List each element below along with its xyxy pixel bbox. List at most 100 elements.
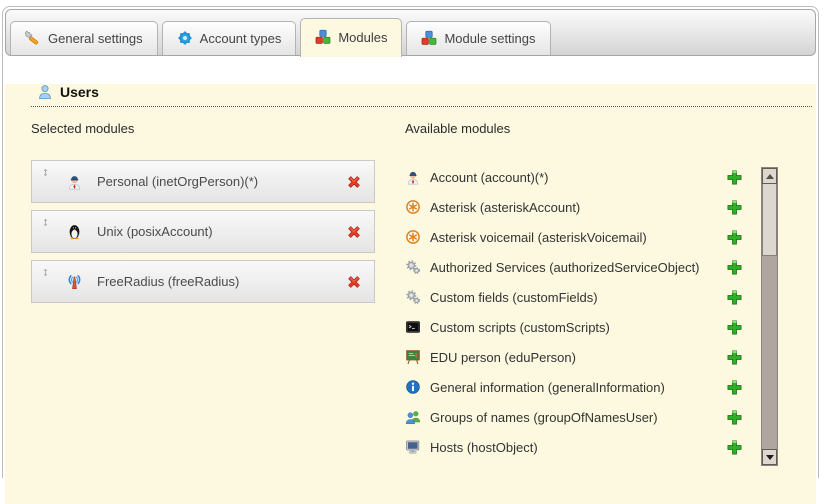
configuration-panel: General settings Account types Modules M… [2, 6, 819, 478]
add-icon [726, 169, 743, 186]
add-asterisk-button[interactable] [726, 199, 743, 216]
chalkboard-icon [405, 349, 421, 365]
available-modules-heading: Available modules [405, 121, 743, 136]
selected-modules-heading: Selected modules [31, 121, 375, 136]
tab-bar: General settings Account types Modules M… [5, 9, 816, 56]
available-module-label: Groups of names (groupOfNamesUser) [430, 410, 726, 425]
person-icon [66, 173, 83, 190]
remove-icon [346, 174, 362, 190]
add-icon [726, 409, 743, 426]
modules-icon [315, 29, 331, 45]
selected-module-freeradius[interactable]: FreeRadius (freeRadius) [31, 260, 375, 303]
available-modules-scrollbar[interactable] [761, 167, 778, 466]
penguin-icon [66, 223, 83, 240]
selected-module-unix[interactable]: Unix (posixAccount) [31, 210, 375, 253]
selected-modules-column: Selected modules Personal (inetOrgPerson… [31, 121, 375, 466]
available-module-label: Account (account)(*) [430, 170, 726, 185]
add-icon [726, 199, 743, 216]
add-icon [726, 379, 743, 396]
available-module-label: General information (generalInformation) [430, 380, 726, 395]
available-module-label: Custom scripts (customScripts) [430, 320, 726, 335]
add-general-information-button[interactable] [726, 379, 743, 396]
users-icon [37, 84, 53, 100]
tab-general-settings[interactable]: General settings [10, 21, 158, 55]
tab-label: Modules [338, 30, 387, 45]
selected-module-personal[interactable]: Personal (inetOrgPerson)(*) [31, 160, 375, 203]
available-module-custom-fields: Custom fields (customFields) [405, 282, 743, 312]
tab-label: Module settings [444, 31, 535, 46]
available-modules-list: Account (account)(*) Asterisk (asteriskA… [405, 162, 743, 462]
tab-label: Account types [200, 31, 282, 46]
add-groups-of-names-button[interactable] [726, 409, 743, 426]
scrollbar-down-button[interactable] [762, 449, 777, 465]
available-module-custom-scripts: Custom scripts (customScripts) [405, 312, 743, 342]
add-asterisk-voicemail-button[interactable] [726, 229, 743, 246]
add-icon [726, 349, 743, 366]
selected-module-label: Unix (posixAccount) [97, 224, 346, 239]
remove-icon [346, 224, 362, 240]
add-icon [726, 289, 743, 306]
modules-icon [421, 30, 437, 46]
module-columns: Selected modules Personal (inetOrgPerson… [31, 121, 812, 466]
asterisk-icon [405, 199, 421, 215]
tab-label: General settings [48, 31, 143, 46]
add-edu-person-button[interactable] [726, 349, 743, 366]
tab-module-settings[interactable]: Module settings [406, 21, 550, 55]
available-module-label: EDU person (eduPerson) [430, 350, 726, 365]
drag-handle-icon[interactable] [41, 166, 51, 179]
selected-module-label: Personal (inetOrgPerson)(*) [97, 174, 346, 189]
add-icon [726, 259, 743, 276]
modules-tab-panel: Users Selected modules Personal (inetOrg… [5, 84, 816, 504]
add-custom-scripts-button[interactable] [726, 319, 743, 336]
drag-handle-icon[interactable] [41, 266, 51, 279]
gears-icon [405, 259, 421, 275]
group-icon [405, 409, 421, 425]
selected-modules-list: Personal (inetOrgPerson)(*) Unix (posixA… [31, 160, 375, 303]
add-account-button[interactable] [726, 169, 743, 186]
available-module-account: Account (account)(*) [405, 162, 743, 192]
available-module-groups-of-names: Groups of names (groupOfNamesUser) [405, 402, 743, 432]
host-icon [405, 439, 421, 455]
remove-personal-button[interactable] [346, 174, 362, 190]
remove-icon [346, 274, 362, 290]
available-module-label: Asterisk voicemail (asteriskVoicemail) [430, 230, 726, 245]
wrench-icon [25, 30, 41, 46]
available-module-edu-person: EDU person (eduPerson) [405, 342, 743, 372]
tab-modules[interactable]: Modules [300, 18, 402, 57]
available-module-label: Hosts (hostObject) [430, 440, 726, 455]
available-module-authorized-services: Authorized Services (authorizedServiceOb… [405, 252, 743, 282]
scroll-down-icon [766, 455, 774, 460]
scrollbar-up-button[interactable] [762, 168, 777, 184]
tab-account-types[interactable]: Account types [162, 21, 297, 55]
antenna-icon [66, 273, 83, 290]
scroll-up-icon [766, 174, 774, 179]
add-icon [726, 319, 743, 336]
available-module-label: Authorized Services (authorizedServiceOb… [430, 260, 726, 275]
account-types-icon [177, 30, 193, 46]
available-module-general-information: General information (generalInformation) [405, 372, 743, 402]
selected-module-label: FreeRadius (freeRadius) [97, 274, 346, 289]
users-section-header: Users [31, 84, 812, 107]
asterisk-icon [405, 229, 421, 245]
add-authorized-services-button[interactable] [726, 259, 743, 276]
person-icon [405, 169, 421, 185]
terminal-icon [405, 319, 421, 335]
scrollbar-thumb[interactable] [762, 184, 777, 256]
available-module-label: Custom fields (customFields) [430, 290, 726, 305]
available-module-asterisk-voicemail: Asterisk voicemail (asteriskVoicemail) [405, 222, 743, 252]
available-module-asterisk: Asterisk (asteriskAccount) [405, 192, 743, 222]
scrollbar-track[interactable] [762, 256, 777, 449]
add-icon [726, 439, 743, 456]
available-modules-column: Available modules Account (account)(*) A… [405, 121, 743, 466]
drag-handle-icon[interactable] [41, 216, 51, 229]
add-hosts-button[interactable] [726, 439, 743, 456]
available-module-hosts: Hosts (hostObject) [405, 432, 743, 462]
remove-unix-button[interactable] [346, 224, 362, 240]
gears-icon [405, 289, 421, 305]
remove-freeradius-button[interactable] [346, 274, 362, 290]
add-icon [726, 229, 743, 246]
add-custom-fields-button[interactable] [726, 289, 743, 306]
info-icon [405, 379, 421, 395]
users-section-title: Users [60, 84, 99, 100]
available-module-label: Asterisk (asteriskAccount) [430, 200, 726, 215]
